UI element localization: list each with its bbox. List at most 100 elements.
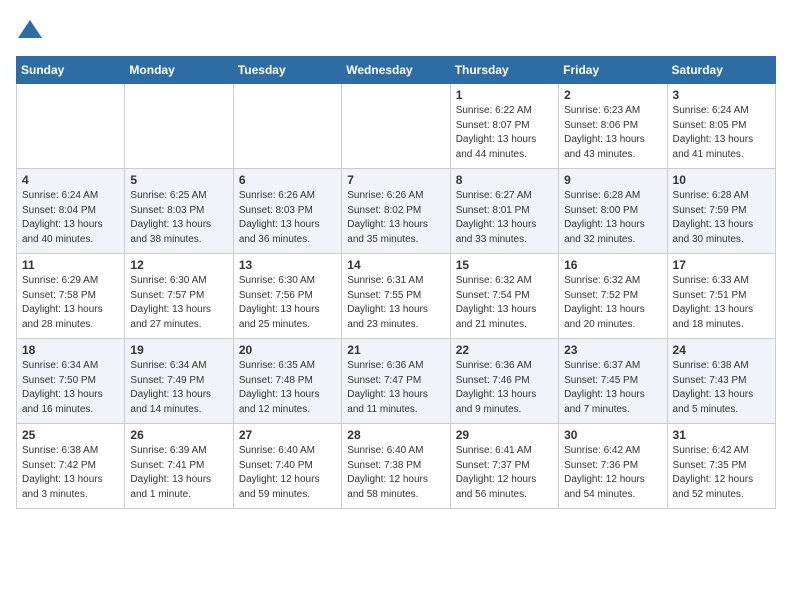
calendar-cell: 31 Sunrise: 6:42 AM Sunset: 7:35 PM Dayli…: [667, 424, 775, 509]
day-info: Sunrise: 6:26 AM Sunset: 8:02 PM Dayligh…: [347, 189, 444, 247]
day-info: Sunrise: 6:36 AM Sunset: 7:46 PM Dayligh…: [456, 359, 553, 417]
day-info: Sunrise: 6:28 AM Sunset: 8:00 PM Dayligh…: [564, 189, 661, 247]
day-number: 15: [456, 258, 553, 272]
day-number: 17: [673, 258, 770, 272]
day-number: 24: [673, 343, 770, 357]
calendar-cell: 1 Sunrise: 6:22 AM Sunset: 8:07 PM Daylig…: [450, 84, 558, 169]
weekday-header-monday: Monday: [125, 57, 233, 84]
calendar-cell: 15 Sunrise: 6:32 AM Sunset: 7:54 PM Dayli…: [450, 254, 558, 339]
calendar-cell: [17, 84, 125, 169]
calendar-cell: 10 Sunrise: 6:28 AM Sunset: 7:59 PM Dayli…: [667, 169, 775, 254]
day-number: 3: [673, 88, 770, 102]
day-number: 31: [673, 428, 770, 442]
logo: [16, 16, 48, 44]
calendar-cell: 28 Sunrise: 6:40 AM Sunset: 7:38 PM Dayli…: [342, 424, 450, 509]
day-number: 22: [456, 343, 553, 357]
day-number: 29: [456, 428, 553, 442]
day-info: Sunrise: 6:28 AM Sunset: 7:59 PM Dayligh…: [673, 189, 770, 247]
calendar-cell: 24 Sunrise: 6:38 AM Sunset: 7:43 PM Dayli…: [667, 339, 775, 424]
day-number: 9: [564, 173, 661, 187]
day-info: Sunrise: 6:26 AM Sunset: 8:03 PM Dayligh…: [239, 189, 336, 247]
day-number: 6: [239, 173, 336, 187]
day-info: Sunrise: 6:39 AM Sunset: 7:41 PM Dayligh…: [130, 444, 227, 502]
day-info: Sunrise: 6:24 AM Sunset: 8:04 PM Dayligh…: [22, 189, 119, 247]
day-info: Sunrise: 6:22 AM Sunset: 8:07 PM Dayligh…: [456, 104, 553, 162]
day-info: Sunrise: 6:24 AM Sunset: 8:05 PM Dayligh…: [673, 104, 770, 162]
calendar-cell: 6 Sunrise: 6:26 AM Sunset: 8:03 PM Daylig…: [233, 169, 341, 254]
day-info: Sunrise: 6:34 AM Sunset: 7:49 PM Dayligh…: [130, 359, 227, 417]
calendar-cell: [233, 84, 341, 169]
day-number: 30: [564, 428, 661, 442]
calendar-cell: 20 Sunrise: 6:35 AM Sunset: 7:48 PM Dayli…: [233, 339, 341, 424]
calendar-cell: 12Sunrise: 6:30 AM Sunset: 7:57 PM Dayli…: [125, 254, 233, 339]
calendar-cell: [125, 84, 233, 169]
day-number: 28: [347, 428, 444, 442]
day-info: Sunrise: 6:42 AM Sunset: 7:35 PM Dayligh…: [673, 444, 770, 502]
day-info: Sunrise: 6:38 AM Sunset: 7:43 PM Dayligh…: [673, 359, 770, 417]
calendar-cell: 5 Sunrise: 6:25 AM Sunset: 8:03 PM Daylig…: [125, 169, 233, 254]
day-number: 8: [456, 173, 553, 187]
day-number: 1: [456, 88, 553, 102]
day-number: 16: [564, 258, 661, 272]
weekday-header-saturday: Saturday: [667, 57, 775, 84]
weekday-header-friday: Friday: [559, 57, 667, 84]
calendar-cell: 27 Sunrise: 6:40 AM Sunset: 7:40 PM Dayli…: [233, 424, 341, 509]
day-number: 25: [22, 428, 119, 442]
calendar-cell: [342, 84, 450, 169]
day-number: 21: [347, 343, 444, 357]
day-number: 11: [22, 258, 119, 272]
day-info: Sunrise: 6:40 AM Sunset: 7:38 PM Dayligh…: [347, 444, 444, 502]
calendar-cell: 23Sunrise: 6:37 AM Sunset: 7:45 PM Dayli…: [559, 339, 667, 424]
calendar-cell: 18 Sunrise: 6:34 AM Sunset: 7:50 PM Dayli…: [17, 339, 125, 424]
calendar-table: SundayMondayTuesdayWednesdayThursdayFrid…: [16, 56, 776, 509]
calendar-cell: 7 Sunrise: 6:26 AM Sunset: 8:02 PM Daylig…: [342, 169, 450, 254]
day-number: 7: [347, 173, 444, 187]
day-number: 19: [130, 343, 227, 357]
calendar-cell: 11 Sunrise: 6:29 AM Sunset: 7:58 PM Dayli…: [17, 254, 125, 339]
day-info: Sunrise: 6:25 AM Sunset: 8:03 PM Dayligh…: [130, 189, 227, 247]
day-info: Sunrise: 6:40 AM Sunset: 7:40 PM Dayligh…: [239, 444, 336, 502]
calendar-cell: 8 Sunrise: 6:27 AM Sunset: 8:01 PM Daylig…: [450, 169, 558, 254]
calendar-cell: 19 Sunrise: 6:34 AM Sunset: 7:49 PM Dayli…: [125, 339, 233, 424]
weekday-header-thursday: Thursday: [450, 57, 558, 84]
day-number: 5: [130, 173, 227, 187]
day-info: Sunrise: 6:34 AM Sunset: 7:50 PM Dayligh…: [22, 359, 119, 417]
calendar-cell: 17 Sunrise: 6:33 AM Sunset: 7:51 PM Dayli…: [667, 254, 775, 339]
day-number: 13: [239, 258, 336, 272]
day-info: Sunrise: 6:30 AM Sunset: 7:56 PM Dayligh…: [239, 274, 336, 332]
day-number: 18: [22, 343, 119, 357]
day-info: Sunrise: 6:29 AM Sunset: 7:58 PM Dayligh…: [22, 274, 119, 332]
day-number: 23: [564, 343, 661, 357]
day-info: Sunrise: 6:35 AM Sunset: 7:48 PM Dayligh…: [239, 359, 336, 417]
calendar-cell: 30 Sunrise: 6:42 AM Sunset: 7:36 PM Dayli…: [559, 424, 667, 509]
calendar-cell: 21 Sunrise: 6:36 AM Sunset: 7:47 PM Dayli…: [342, 339, 450, 424]
day-info: Sunrise: 6:36 AM Sunset: 7:47 PM Dayligh…: [347, 359, 444, 417]
calendar-cell: 26 Sunrise: 6:39 AM Sunset: 7:41 PM Dayli…: [125, 424, 233, 509]
day-info: Sunrise: 6:38 AM Sunset: 7:42 PM Dayligh…: [22, 444, 119, 502]
calendar-cell: 4 Sunrise: 6:24 AM Sunset: 8:04 PM Daylig…: [17, 169, 125, 254]
calendar-cell: 22 Sunrise: 6:36 AM Sunset: 7:46 PM Dayli…: [450, 339, 558, 424]
day-number: 26: [130, 428, 227, 442]
day-info: Sunrise: 6:42 AM Sunset: 7:36 PM Dayligh…: [564, 444, 661, 502]
day-info: Sunrise: 6:23 AM Sunset: 8:06 PM Dayligh…: [564, 104, 661, 162]
day-info: Sunrise: 6:30 AM Sunset: 7:57 PM Dayligh…: [130, 274, 227, 332]
calendar-cell: 13 Sunrise: 6:30 AM Sunset: 7:56 PM Dayli…: [233, 254, 341, 339]
page-header: [16, 16, 776, 44]
day-number: 14: [347, 258, 444, 272]
day-info: Sunrise: 6:33 AM Sunset: 7:51 PM Dayligh…: [673, 274, 770, 332]
weekday-header-wednesday: Wednesday: [342, 57, 450, 84]
day-info: Sunrise: 6:27 AM Sunset: 8:01 PM Dayligh…: [456, 189, 553, 247]
day-info: Sunrise: 6:32 AM Sunset: 7:52 PM Dayligh…: [564, 274, 661, 332]
weekday-header-sunday: Sunday: [17, 57, 125, 84]
day-number: 10: [673, 173, 770, 187]
day-number: 4: [22, 173, 119, 187]
day-number: 2: [564, 88, 661, 102]
day-number: 20: [239, 343, 336, 357]
day-info: Sunrise: 6:41 AM Sunset: 7:37 PM Dayligh…: [456, 444, 553, 502]
calendar-cell: 9 Sunrise: 6:28 AM Sunset: 8:00 PM Daylig…: [559, 169, 667, 254]
calendar-cell: 25 Sunrise: 6:38 AM Sunset: 7:42 PM Dayli…: [17, 424, 125, 509]
day-info: Sunrise: 6:32 AM Sunset: 7:54 PM Dayligh…: [456, 274, 553, 332]
day-info: Sunrise: 6:31 AM Sunset: 7:55 PM Dayligh…: [347, 274, 444, 332]
day-number: 27: [239, 428, 336, 442]
calendar-cell: 29 Sunrise: 6:41 AM Sunset: 7:37 PM Dayli…: [450, 424, 558, 509]
